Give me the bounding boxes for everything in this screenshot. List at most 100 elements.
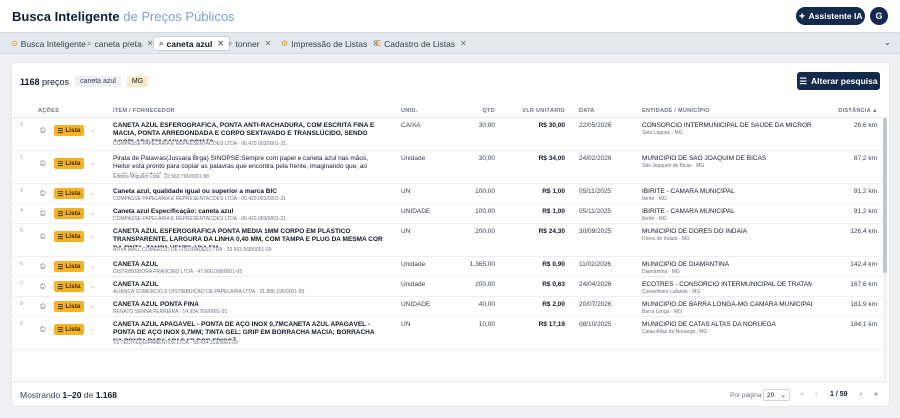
supplier: RENATO SENNA FERREIRA · 14.934.769/0001-… — [113, 309, 228, 315]
tab-tonner[interactable]: ⌕ tonner ✕ — [223, 36, 276, 51]
close-icon[interactable]: ✕ — [265, 39, 272, 48]
tab-busca-inteligente[interactable]: ⊙ Busca Inteligente — [6, 36, 91, 51]
first-page-icon[interactable]: « — [800, 391, 804, 398]
avatar[interactable]: G — [870, 7, 888, 25]
col-entidade[interactable]: ENTIDADE / MUNICÍPIO — [642, 108, 710, 114]
table-row[interactable]: 3 ⎙ ☰ Lista ⌄ Caneta azul, qualidade igua… — [12, 184, 882, 204]
unit: Unidade — [401, 281, 426, 288]
table-row[interactable]: 2 ⎙ ☰ Lista ⌄ Pirata de Palavras(Jussara … — [12, 151, 882, 184]
col-qtd[interactable]: QTD — [442, 108, 495, 114]
chevron-down-icon[interactable]: ⌄ — [90, 233, 95, 240]
tab-label: Busca Inteligente — [20, 38, 86, 49]
col-vlr[interactable]: VLR UNITÁRIO — [506, 108, 565, 114]
add-to-list-button[interactable]: ☰ Lista — [54, 324, 84, 335]
unit: Unidade — [401, 261, 426, 268]
add-to-list-button[interactable]: ☰ Lista — [54, 158, 84, 169]
shown-mid: de — [83, 390, 94, 400]
tab-caneta-azul[interactable]: ⌕ caneta azul ✕ — [153, 36, 231, 51]
date: 20/07/2026 — [579, 301, 612, 308]
printer-icon[interactable]: ⎙ — [40, 160, 48, 167]
printer-icon[interactable]: ⎙ — [40, 326, 48, 333]
distance: 91,2 km — [853, 188, 877, 195]
table-row[interactable]: 6 ⎙ ☰ Lista ⌄ CANETA AZUL DISTRIBUIDORA F… — [12, 257, 882, 277]
last-page-icon[interactable]: » — [874, 391, 878, 398]
close-icon[interactable]: ✕ — [460, 39, 467, 48]
list-icon: ☰ — [57, 326, 64, 334]
table-row[interactable]: 8 ⎙ ☰ Lista ⌄ CANETA AZUL PONTA FINA RENA… — [12, 297, 882, 317]
printer-icon[interactable]: ⎙ — [40, 190, 48, 197]
unit-price: R$ 0,63 — [542, 281, 565, 288]
unit-price: R$ 1,00 — [542, 188, 565, 195]
distance: 181,9 km — [850, 301, 877, 308]
add-to-list-button[interactable]: ☰ Lista — [54, 231, 84, 242]
sparkle-icon: ✦ — [798, 10, 806, 21]
chevron-down-icon[interactable]: ⌄ — [90, 283, 95, 290]
results-count: 1168 preços — [20, 77, 69, 87]
table-row[interactable]: 1 ⎙ ☰ Lista ⌄ CANETA AZUL ESFEROGRÁFICA, … — [12, 118, 882, 151]
tab-impressao-de-listas[interactable]: ⚙ Impressão de Listas ✕ — [276, 36, 384, 51]
add-to-list-button[interactable]: ☰ Lista — [54, 301, 84, 312]
table-header: AÇÕES ITEM / FORNECEDOR UNID. QTD VLR UN… — [12, 105, 889, 118]
printer-icon[interactable]: ⎙ — [40, 303, 48, 310]
col-item[interactable]: ITEM / FORNECEDOR — [113, 108, 175, 114]
entity: CONSORCIO INTERMUNICIPAL DE SAUDE DA MIC… — [642, 122, 812, 129]
chevron-down-icon[interactable]: ⌄ — [90, 190, 95, 197]
assistente-ia-label: Assistente IA — [808, 11, 863, 21]
date: 24/02/2026 — [579, 155, 612, 162]
unit-price: R$ 34,00 — [538, 155, 565, 162]
unit-price: R$ 1,00 — [542, 208, 565, 215]
top-header: Busca Inteligente de Preços Públicos ✦ A… — [0, 0, 900, 32]
chevron-down-icon[interactable]: ⌄ — [90, 160, 95, 167]
printer-icon[interactable]: ⎙ — [40, 283, 48, 290]
distance: 184,1 km — [850, 321, 877, 328]
col-unid[interactable]: UNID. — [401, 108, 417, 114]
sort-up-icon[interactable]: ▲ — [872, 108, 878, 114]
entity: IBIRITE - CAMARA MUNICIPAL — [642, 188, 735, 195]
shown-prefix: Mostrando — [20, 390, 61, 400]
distance: 87,2 km — [853, 155, 877, 162]
printer-icon[interactable]: ⎙ — [40, 263, 48, 270]
printer-icon[interactable]: ⎙ — [40, 233, 48, 240]
unit-price: R$ 30,00 — [538, 122, 565, 129]
unit-price: R$ 17,19 — [538, 321, 565, 328]
entity: MUNICIPIO DE BARRA LONGA-MG CAMARA MUNIC… — [642, 301, 812, 308]
table-row[interactable]: 4 ⎙ ☰ Lista ⌄ Caneta azul Especificação: … — [12, 204, 882, 224]
add-to-list-button[interactable]: ☰ Lista — [54, 261, 84, 272]
showing-range: Mostrando 1–20 de 1.168 — [20, 390, 117, 400]
entity: IBIRITE - CAMARA MUNICIPAL — [642, 208, 735, 215]
table-footer: Mostrando 1–20 de 1.168 Por página 20 ⌄ … — [12, 381, 889, 406]
assistente-ia-button[interactable]: ✦ Assistente IA — [796, 7, 865, 25]
municipality: São Joaquim de Bicas · MG — [642, 163, 705, 169]
chevron-down-icon[interactable]: ⌄ — [90, 303, 95, 310]
chevron-down-icon[interactable]: ⌄ — [90, 210, 95, 217]
chevron-down-icon[interactable]: ⌄ — [90, 127, 95, 134]
col-data[interactable]: DATA — [579, 108, 595, 114]
chevron-down-icon[interactable]: ⌄ — [90, 326, 95, 333]
tab-caneta-preta[interactable]: ⌕ caneta preta ✕ — [82, 36, 158, 51]
printer-icon[interactable]: ⎙ — [40, 210, 48, 217]
distance: 126,4 km — [850, 228, 877, 235]
scrollbar[interactable] — [883, 118, 887, 380]
next-page-icon[interactable]: › — [860, 391, 862, 398]
add-to-list-button[interactable]: ☰ Lista — [54, 125, 84, 136]
scrollbar-thumb[interactable] — [883, 118, 887, 273]
alterar-pesquisa-button[interactable]: ☰ Alterar pesquisa — [797, 72, 880, 90]
add-to-list-button[interactable]: ☰ Lista — [54, 281, 84, 292]
tab-cadastro-de-listas[interactable]: ☰ Cadastro de Listas ✕ — [369, 36, 472, 51]
add-to-list-button[interactable]: ☰ Lista — [54, 188, 84, 199]
unit-price: R$ 2,00 — [542, 301, 565, 308]
printer-icon[interactable]: ⎙ — [40, 127, 48, 134]
table-row[interactable]: 7 ⎙ ☰ Lista ⌄ CANETA AZUL ALIANCA COMERCI… — [12, 277, 882, 297]
lista-label: Lista — [65, 190, 81, 197]
table-row[interactable]: 5 ⎙ ☰ Lista ⌄ CANETA AZUL ESFEROGRÁFICA P… — [12, 224, 882, 257]
col-distancia[interactable]: DISTÂNCIA — [812, 108, 871, 114]
table-row[interactable]: 9 ⎙ ☰ Lista ⌄ CANETA AZUL APAGÁVEL - PONT… — [12, 317, 882, 350]
chevron-down-icon[interactable]: ⌄ — [884, 38, 891, 47]
chevron-down-icon[interactable]: ⌄ — [90, 263, 95, 270]
per-page-select[interactable]: 20 ⌄ — [763, 389, 790, 401]
uf-chip: MG — [126, 76, 149, 87]
list-icon: ☰ — [57, 303, 64, 311]
prev-page-icon[interactable]: ‹ — [815, 391, 817, 398]
add-to-list-button[interactable]: ☰ Lista — [54, 208, 84, 219]
results-count-suffix: preços — [42, 76, 70, 87]
